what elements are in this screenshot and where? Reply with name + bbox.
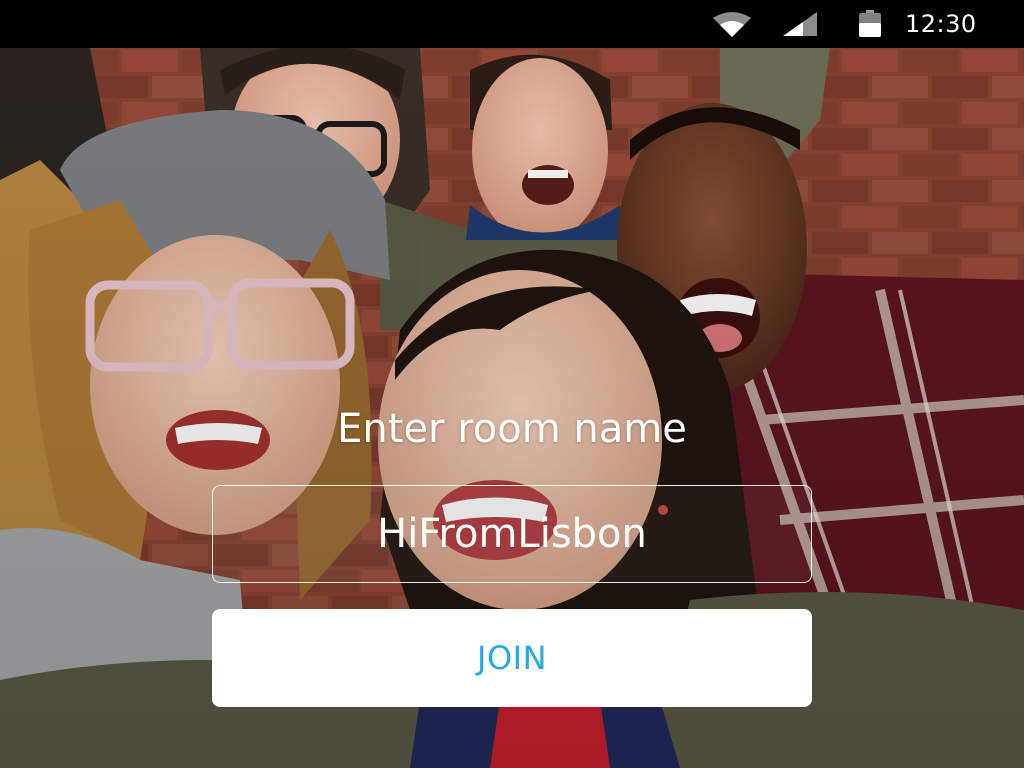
cellular-signal-icon: [783, 12, 817, 36]
clock: 12:30: [905, 10, 977, 38]
join-button[interactable]: JOIN: [212, 609, 812, 707]
room-name-label: Enter room name: [337, 406, 687, 452]
room-name-input[interactable]: [212, 485, 812, 583]
join-room-form: Enter room name JOIN: [0, 0, 1024, 768]
screen: 12:30 Enter room name HiFromLisbon JOIN: [0, 0, 1024, 768]
battery-icon: [859, 10, 881, 37]
status-bar: 12:30: [0, 0, 1024, 48]
wifi-icon: [713, 12, 751, 37]
